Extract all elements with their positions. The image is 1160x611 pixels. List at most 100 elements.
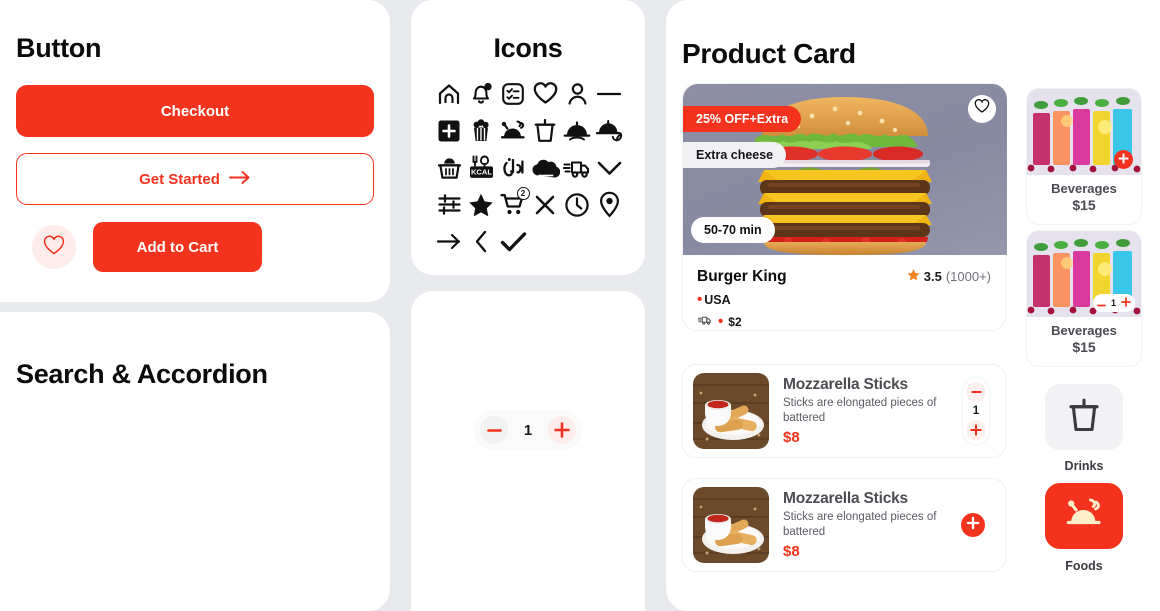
search-accordion-panel: Search & Accordion Search Popular (0, 312, 390, 611)
plus-icon (1118, 151, 1129, 169)
plus-square-icon[interactable] (434, 115, 465, 146)
chevron-left-icon[interactable] (466, 226, 497, 257)
get-started-button[interactable]: Get Started (16, 153, 374, 205)
chevron-down-icon[interactable] (594, 152, 625, 183)
decrement-button[interactable] (480, 416, 508, 444)
item-thumbnail (693, 373, 769, 449)
delivery-time-badge: 50-70 min (691, 217, 775, 243)
delivery-truck-icon (697, 314, 713, 329)
star-icon[interactable] (466, 189, 497, 220)
button-panel: Button Checkout Get Started Add to Cart (0, 0, 390, 302)
add-item-button[interactable] (961, 513, 985, 537)
checklist-icon[interactable] (498, 78, 529, 109)
icon-grid: KCAL 2 (433, 78, 625, 257)
menu-item-row[interactable]: Mozzarella Sticks Sticks are elongated p… (682, 478, 1006, 572)
category-tile-foods[interactable] (1045, 483, 1123, 549)
item-thumbnail (693, 487, 769, 563)
quantity-stepper: 1 (474, 410, 582, 450)
delivery-fee: $2 (728, 314, 742, 329)
burger-image: 25% OFF+Extra Extra cheese 50-70 min (683, 84, 1007, 255)
icons-panel: Icons KCAL 2 (411, 0, 645, 275)
popcorn-icon[interactable] (466, 115, 497, 146)
rating-count: (1000+) (945, 268, 991, 284)
menu-item-row[interactable]: Mozzarella Sticks Sticks are elongated p… (682, 364, 1006, 458)
beverage-price: $15 (1072, 339, 1096, 355)
user-icon[interactable] (562, 78, 593, 109)
home-icon[interactable] (434, 78, 465, 109)
star-icon (907, 268, 920, 284)
add-to-cart-button[interactable]: Add to Cart (93, 222, 262, 272)
item-description: Sticks are elongated pieces of battered (783, 397, 937, 424)
beverage-card[interactable]: 1 Beverages $15 (1026, 230, 1142, 367)
rating: 3.5 (1000+) (907, 268, 991, 284)
beverage-image (1027, 89, 1141, 175)
item-details: Mozzarella Sticks Sticks are elongated p… (783, 490, 961, 560)
delivery-truck-icon[interactable] (562, 152, 593, 183)
roast-chicken-icon (1064, 495, 1104, 537)
cart-badge-count: 2 (516, 187, 530, 200)
location-pin-icon[interactable] (594, 189, 625, 220)
app-root: Button Checkout Get Started Add to Cart … (0, 0, 1160, 611)
favorite-button[interactable] (968, 95, 996, 123)
delivery-fee-row: • $2 (697, 314, 991, 329)
item-description: Sticks are elongated pieces of battered (783, 511, 937, 538)
cart-badge-icon[interactable]: 2 (498, 187, 530, 220)
category-label-foods: Foods (1065, 559, 1103, 573)
beverage-label: Beverages (1051, 181, 1117, 196)
quantity-value: 1 (1110, 298, 1116, 308)
arrow-right-icon (228, 170, 251, 189)
kcal-icon[interactable]: KCAL (466, 152, 497, 183)
svg-text:KCAL: KCAL (470, 168, 491, 177)
sliders-filter-icon[interactable] (434, 189, 465, 220)
spinner-panel: Spinner (411, 291, 645, 611)
restaurant-info: Burger King 3.5 (1000+) • USA • $2 (683, 255, 1005, 329)
restaurant-location: • USA (697, 291, 731, 308)
rating-value: 3.5 (923, 268, 942, 284)
beverage-price: $15 (1072, 197, 1096, 213)
heart-icon (974, 99, 990, 119)
checkout-button[interactable]: Checkout (16, 85, 374, 137)
quantity-value: 1 (523, 421, 533, 439)
coffee-cup-icon[interactable] (530, 115, 561, 146)
item-title: Mozzarella Sticks (783, 490, 908, 508)
restaurant-name: Burger King (697, 268, 787, 285)
item-details: Mozzarella Sticks Sticks are elongated p… (783, 376, 963, 446)
category-tile-drinks[interactable] (1045, 384, 1123, 450)
bell-notification-icon[interactable] (466, 78, 497, 109)
button-panel-title: Button (16, 33, 102, 63)
close-x-icon[interactable] (530, 189, 561, 220)
increment-button[interactable] (548, 416, 576, 444)
vegan-cloche-icon[interactable] (594, 115, 625, 146)
clock-icon[interactable] (562, 189, 593, 220)
search-panel-title: Search & Accordion (16, 359, 268, 389)
icons-panel-title: Icons (493, 33, 563, 63)
item-price: $8 (783, 428, 800, 446)
add-beverage-button[interactable] (1114, 150, 1133, 169)
increment-button[interactable] (1121, 294, 1131, 312)
decrement-button[interactable] (1097, 294, 1106, 312)
restaurant-hero-card[interactable]: 25% OFF+Extra Extra cheese 50-70 min Bur… (682, 83, 1007, 331)
minus-icon[interactable] (594, 78, 625, 109)
beverage-card[interactable]: Beverages $15 (1026, 88, 1142, 225)
cupcake-basket-icon[interactable] (434, 152, 465, 183)
chef-hat-icon[interactable] (530, 152, 561, 183)
coffee-cup-icon (1067, 396, 1101, 439)
check-icon[interactable] (498, 226, 529, 257)
halal-icon[interactable] (498, 152, 529, 183)
favorite-button[interactable] (32, 225, 76, 269)
discount-badge: 25% OFF+Extra (683, 106, 802, 132)
heart-icon (42, 234, 66, 261)
beverage-label: Beverages (1051, 323, 1117, 338)
category-label-drinks: Drinks (1064, 459, 1104, 473)
product-panel-title: Product Card (682, 38, 856, 69)
roast-chicken-icon[interactable] (498, 115, 529, 146)
item-price: $8 (783, 542, 800, 560)
get-started-label: Get Started (139, 170, 220, 188)
decrement-button[interactable] (966, 382, 986, 402)
quantity-stepper: 1 (963, 378, 989, 444)
increment-button[interactable] (966, 420, 986, 440)
cloche-icon[interactable] (562, 115, 593, 146)
heart-icon[interactable] (530, 78, 561, 109)
arrow-right-icon[interactable] (434, 226, 465, 257)
option-badge: Extra cheese (683, 142, 787, 168)
